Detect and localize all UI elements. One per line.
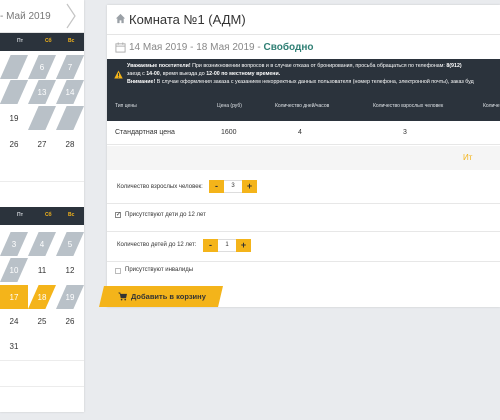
adults-stepper: - 3 + xyxy=(209,180,257,193)
calendar-day: 5 xyxy=(56,232,84,256)
calendar-day xyxy=(28,106,56,130)
weekday-sat: Сб xyxy=(45,212,52,218)
calendar-day-selected[interactable]: 18 xyxy=(28,285,56,309)
children-present-checkbox[interactable]: ✓ xyxy=(115,212,121,218)
weekday-sun: Вс xyxy=(68,38,75,44)
calendar-day[interactable]: 24 xyxy=(0,309,28,333)
table-cell: 1600 xyxy=(221,129,237,136)
calendar-day[interactable]: 11 xyxy=(28,258,56,282)
children-present-row: ✓ Присутствуют дети до 12 лет xyxy=(107,204,500,232)
notice-line-1: Уважаемые посетители! При возникновении … xyxy=(127,63,462,69)
divider xyxy=(0,181,84,182)
column-header: Количество взрослых человек xyxy=(373,103,444,109)
date-range: 14 Мая 2019 - 18 Мая 2019 - xyxy=(129,42,261,53)
calendar-day: 10 xyxy=(0,258,28,282)
notice-banner: Уважаемые посетители! При возникновении … xyxy=(107,59,500,93)
disabled-label: Присутствуют инвалиды xyxy=(125,267,194,273)
disabled-checkbox[interactable] xyxy=(115,268,121,274)
calendar-day: 7 xyxy=(56,55,84,79)
calendar-day: 19 xyxy=(56,285,84,309)
weekday-header-bar: Пт Сб Вс xyxy=(0,33,84,51)
calendar-day[interactable]: 27 xyxy=(28,132,56,156)
chevron-right-icon[interactable] xyxy=(64,3,78,29)
table-row: Стандартная цена 1600 4 3 xyxy=(107,121,500,145)
children-count-row: Количество детей до 12 лет: - 1 + xyxy=(107,232,500,262)
weekday-fri: Пт xyxy=(17,212,24,218)
notice-line-2: заезд с 14-00, время выезда до 12-00 по … xyxy=(127,71,281,77)
calendar-day xyxy=(56,106,84,130)
calendar-month-title: - Май 2019 xyxy=(0,11,51,22)
add-to-cart-button[interactable]: Добавить в корзину xyxy=(99,286,223,307)
weekday-fri: Пт xyxy=(17,38,24,44)
disabled-row: Присутствуют инвалиды xyxy=(107,262,500,286)
children-value[interactable]: 1 xyxy=(218,239,236,252)
calendar-day: 3 xyxy=(0,232,28,256)
price-table-header: Тип цены Цена (руб) Количество дней/часо… xyxy=(107,93,500,121)
add-to-cart-label: Добавить в корзину xyxy=(131,292,206,301)
calendar-day[interactable]: 28 xyxy=(56,132,84,156)
calendar-day[interactable]: 26 xyxy=(0,132,28,156)
calendar-day: 4 xyxy=(28,232,56,256)
column-header: Количество дней/часов xyxy=(275,103,330,109)
column-header: Цена (руб) xyxy=(217,103,242,109)
availability-calendar: - Май 2019 Пт Сб Вс 6 7 13 14 19 26 27 2… xyxy=(0,0,84,412)
children-stepper: - 1 + xyxy=(203,239,251,252)
calendar-day: 13 xyxy=(28,80,56,104)
children-present-label: Присутствуют дети до 12 лет xyxy=(125,212,206,218)
calendar-day: 6 xyxy=(28,55,56,79)
weekday-sat: Сб xyxy=(45,38,52,44)
availability-status: Свободно xyxy=(263,42,314,53)
total-row: Ит xyxy=(107,146,500,170)
adults-plus-button[interactable]: + xyxy=(242,180,257,193)
home-icon xyxy=(115,13,126,24)
calendar-day[interactable]: 25 xyxy=(28,309,56,333)
adults-minus-button[interactable]: - xyxy=(209,180,224,193)
total-label: Ит xyxy=(463,153,473,162)
cart-icon xyxy=(118,292,127,301)
table-cell: 4 xyxy=(298,129,302,136)
weekday-sun: Вс xyxy=(68,212,75,218)
booking-panel: Комната №1 (АДМ) 14 Мая 2019 - 18 Мая 20… xyxy=(107,5,500,307)
calendar-day xyxy=(0,55,28,79)
divider xyxy=(0,386,84,387)
weekday-header-bar: Пт Сб Вс xyxy=(0,207,84,225)
adults-label: Количество взрослых человек: xyxy=(117,184,203,190)
notice-line-3: Внимание! В случае оформления заказа с у… xyxy=(127,79,474,85)
column-header: Количе xyxy=(483,103,500,109)
calendar-icon xyxy=(115,42,126,53)
calendar-day-selected[interactable]: 17 xyxy=(0,285,28,309)
adults-row: Количество взрослых человек: - 3 + xyxy=(107,170,500,204)
children-plus-button[interactable]: + xyxy=(236,239,251,252)
calendar-day[interactable]: 26 xyxy=(56,309,84,333)
adults-value[interactable]: 3 xyxy=(224,180,242,193)
calendar-day: 14 xyxy=(56,80,84,104)
children-count-label: Количество детей до 12 лет: xyxy=(117,242,197,248)
calendar-day[interactable]: 12 xyxy=(56,258,84,282)
table-cell: 3 xyxy=(403,129,407,136)
children-minus-button[interactable]: - xyxy=(203,239,218,252)
calendar-day xyxy=(0,80,28,104)
column-header: Тип цены xyxy=(115,103,137,109)
room-title: Комната №1 (АДМ) xyxy=(129,12,246,27)
divider xyxy=(0,360,84,361)
table-cell: Стандартная цена xyxy=(115,129,175,136)
panel-header: Комната №1 (АДМ) xyxy=(107,5,500,35)
calendar-header: - Май 2019 xyxy=(0,0,84,32)
warning-icon xyxy=(114,70,123,79)
calendar-day[interactable]: 31 xyxy=(0,334,28,358)
booking-dates: 14 Мая 2019 - 18 Мая 2019 - Свободно xyxy=(129,42,313,53)
calendar-day[interactable]: 19 xyxy=(0,106,28,130)
